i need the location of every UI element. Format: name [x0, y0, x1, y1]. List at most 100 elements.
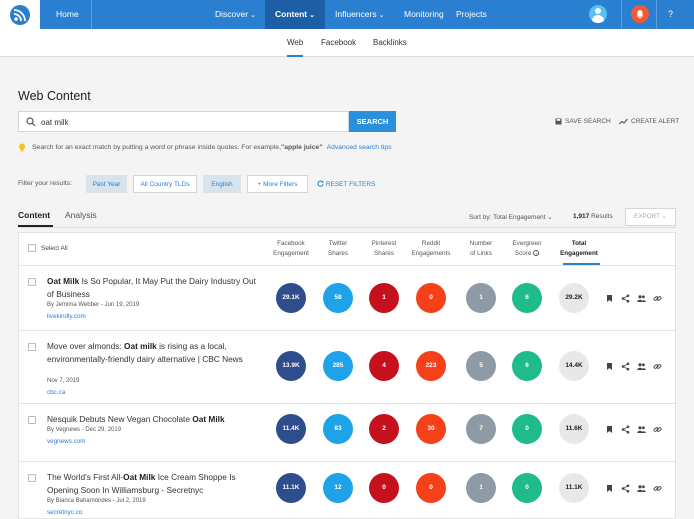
- search-button[interactable]: SEARCH: [349, 111, 396, 132]
- filter-country-tlds[interactable]: All Country TLDs: [133, 175, 197, 193]
- filter-language[interactable]: English: [203, 175, 241, 193]
- pinterest-shares-value[interactable]: 2: [369, 414, 399, 444]
- article-title-link[interactable]: The World's First All-Oat Milk Ice Cream…: [47, 471, 262, 497]
- nav-monitoring[interactable]: Monitoring: [394, 0, 454, 29]
- reddit-engagements-value[interactable]: 0: [416, 473, 446, 503]
- article-domain-link[interactable]: livekindly.com: [47, 313, 86, 320]
- filter-label: Filter your results:: [18, 180, 73, 187]
- facebook-engagement-value[interactable]: 29.1K: [276, 283, 306, 313]
- share-icon[interactable]: [621, 484, 630, 493]
- nav-influencers[interactable]: Influencers ⌄: [325, 0, 394, 29]
- share-icon[interactable]: [621, 294, 630, 303]
- row-checkbox[interactable]: [28, 343, 36, 351]
- number-of-links-value[interactable]: 5: [466, 351, 496, 381]
- pinterest-shares-value[interactable]: 4: [369, 351, 399, 381]
- link-icon[interactable]: [653, 425, 662, 434]
- sharers-icon[interactable]: [637, 362, 646, 371]
- bell-icon: [631, 5, 649, 23]
- filter-past-year[interactable]: Past Year: [86, 175, 127, 193]
- header-facebook-engagement[interactable]: Facebook Engagement: [270, 239, 312, 259]
- sharers-icon[interactable]: [637, 294, 646, 303]
- header-text: Shares: [374, 250, 394, 257]
- nav-projects[interactable]: Projects: [446, 0, 497, 29]
- twitter-shares-value[interactable]: 83: [323, 414, 353, 444]
- row-checkbox[interactable]: [28, 474, 36, 482]
- header-number-of-links[interactable]: Number of Links: [463, 239, 499, 259]
- article-domain-link[interactable]: secretnyc.co: [47, 509, 82, 516]
- nav-content[interactable]: Content ⌄: [265, 0, 325, 29]
- row-checkbox[interactable]: [28, 278, 36, 286]
- bookmark-icon[interactable]: [605, 425, 614, 434]
- pinterest-shares-value[interactable]: 0: [369, 473, 399, 503]
- logo[interactable]: [0, 0, 40, 29]
- avatar-head-icon: [595, 8, 601, 14]
- twitter-shares-value[interactable]: 58: [323, 283, 353, 313]
- pinterest-shares-value[interactable]: 1: [369, 283, 399, 313]
- link-icon[interactable]: [653, 484, 662, 493]
- create-alert-label: CREATE ALERT: [631, 118, 680, 125]
- facebook-engagement-value[interactable]: 13.9K: [276, 351, 306, 381]
- header-text: Pinterest: [371, 240, 397, 247]
- reddit-engagements-value[interactable]: 0: [416, 283, 446, 313]
- header-total-engagement[interactable]: Total Engagement: [557, 239, 601, 259]
- select-all-checkbox[interactable]: [28, 244, 36, 252]
- user-avatar[interactable]: [589, 5, 607, 23]
- nav-home[interactable]: Home: [44, 0, 92, 29]
- info-icon[interactable]: i: [533, 250, 540, 256]
- more-filters-button[interactable]: + More Filters: [247, 175, 308, 193]
- sharers-icon[interactable]: [637, 484, 646, 493]
- search-input[interactable]: [41, 115, 341, 129]
- article-domain-link[interactable]: vegnews.com: [47, 438, 86, 445]
- tab-facebook[interactable]: Facebook: [321, 29, 356, 57]
- results-number: 1,917: [573, 213, 590, 220]
- table-header: Select All Facebook Engagement Twitter Sha…: [19, 233, 675, 266]
- tab-analysis[interactable]: Analysis: [65, 210, 97, 220]
- tab-content[interactable]: Content: [18, 210, 50, 220]
- article-title-link[interactable]: Nesquik Debuts New Vegan Chocolate Oat M…: [47, 413, 262, 426]
- reddit-engagements-value[interactable]: 30: [416, 414, 446, 444]
- link-icon[interactable]: [653, 362, 662, 371]
- export-dropdown[interactable]: EXPORT ⌄: [625, 208, 676, 226]
- header-pinterest-shares[interactable]: Pinterest Shares: [366, 239, 402, 259]
- row-checkbox[interactable]: [28, 416, 36, 424]
- facebook-engagement-value[interactable]: 11.1K: [276, 473, 306, 503]
- tab-web[interactable]: Web: [287, 29, 304, 57]
- sharers-icon[interactable]: [637, 425, 646, 434]
- save-search-button[interactable]: SAVE SEARCH: [555, 118, 611, 125]
- twitter-shares-value[interactable]: 12: [323, 473, 353, 503]
- page-title: Web Content: [18, 89, 91, 103]
- row-actions: [605, 294, 662, 303]
- header-text: Reddit: [421, 240, 441, 247]
- reset-filters-button[interactable]: RESET FILTERS: [317, 180, 375, 188]
- share-icon[interactable]: [621, 362, 630, 371]
- article-title-link[interactable]: Oat Milk Is So Popular, It May Put the D…: [47, 275, 262, 301]
- header-evergreen-score[interactable]: Evergreen Score i: [508, 239, 546, 259]
- header-reddit-engagements[interactable]: Reddit Engagements: [408, 239, 454, 259]
- bookmark-icon[interactable]: [605, 362, 614, 371]
- bookmark-icon[interactable]: [605, 484, 614, 493]
- header-text: Score: [514, 250, 532, 257]
- header-text: Engagement: [273, 250, 309, 257]
- bookmark-icon[interactable]: [605, 294, 614, 303]
- header-twitter-shares[interactable]: Twitter Shares: [320, 239, 356, 259]
- twitter-shares-value[interactable]: 285: [323, 351, 353, 381]
- article-domain-link[interactable]: cbc.ca: [47, 389, 65, 396]
- create-alert-button[interactable]: CREATE ALERT: [619, 118, 679, 125]
- header-text: Total: [571, 240, 587, 247]
- search-box: [18, 111, 349, 132]
- article-title-link[interactable]: Move over almonds: Oat milk is rising as…: [47, 340, 262, 366]
- nav-discover[interactable]: Discover ⌄: [205, 0, 266, 29]
- link-icon[interactable]: [653, 294, 662, 303]
- tab-backlinks[interactable]: Backlinks: [373, 29, 407, 57]
- advanced-search-tips-link[interactable]: Advanced search tips: [327, 144, 392, 151]
- sort-dropdown[interactable]: Sort by: Total Engagement ⌄: [469, 213, 553, 221]
- share-icon[interactable]: [621, 425, 630, 434]
- number-of-links-value[interactable]: 1: [466, 473, 496, 503]
- title-highlight: Oat Milk: [47, 276, 80, 286]
- number-of-links-value[interactable]: 1: [466, 283, 496, 313]
- help-button[interactable]: ?: [668, 0, 673, 29]
- reddit-engagements-value[interactable]: 223: [416, 351, 446, 381]
- number-of-links-value[interactable]: 7: [466, 414, 496, 444]
- notifications[interactable]: [621, 0, 657, 29]
- facebook-engagement-value[interactable]: 11.4K: [276, 414, 306, 444]
